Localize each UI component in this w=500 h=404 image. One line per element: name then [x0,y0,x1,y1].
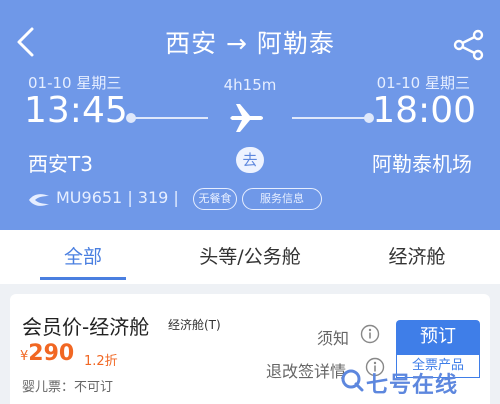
departure-airport: 西安T3 [28,152,93,176]
direction-badge: 去 [236,147,264,173]
fare-name: 会员价-经济舱 [22,315,150,339]
meal-tag: 无餐食 [193,188,237,210]
cabin-class: 经济舱(T) [168,318,221,332]
tab-all[interactable]: 全部 [0,230,166,284]
share-icon[interactable] [452,28,486,62]
discount-label: 1.2折 [84,354,118,369]
arrival-airport: 阿勒泰机场 [372,152,472,176]
tab-economy[interactable]: 经济舱 [334,230,500,284]
active-tab-indicator [40,277,126,280]
watermark: 七号在线 [340,366,490,398]
route-line-right [292,117,368,119]
route-line-left [130,117,208,119]
flight-info: MU9651 | 319 | [56,188,179,207]
fare-price: ¥290 [20,341,74,366]
service-info-tag[interactable]: 服务信息 [242,188,322,210]
book-button[interactable]: 预订 [396,320,480,354]
airline-logo-icon [29,194,49,206]
price-amount: 290 [28,341,75,366]
watermark-logo-icon [341,369,364,392]
route-title: 西安 → 阿勒泰 [165,29,335,58]
info-icon[interactable] [360,324,380,344]
departure-time: 13:45 [24,90,128,131]
tab-first-business[interactable]: 头等/公务舱 [166,230,334,284]
refund-details-link[interactable]: 退改签详情 [266,358,346,382]
flight-header: 西安 → 阿勒泰 01-10 星期三 4h15m 01-10 星期三 13:45… [0,0,500,230]
notice-link[interactable]: 须知 [317,325,349,349]
infant-ticket-note: 婴儿票：不可订 [22,380,114,395]
airplane-icon [230,104,263,132]
cabin-tabs: 全部 头等/公务舱 经济舱 [0,230,500,284]
watermark-text: 七号在线 [366,373,459,398]
arrival-time: 18:00 [372,90,476,131]
route-dot-end [364,113,374,123]
